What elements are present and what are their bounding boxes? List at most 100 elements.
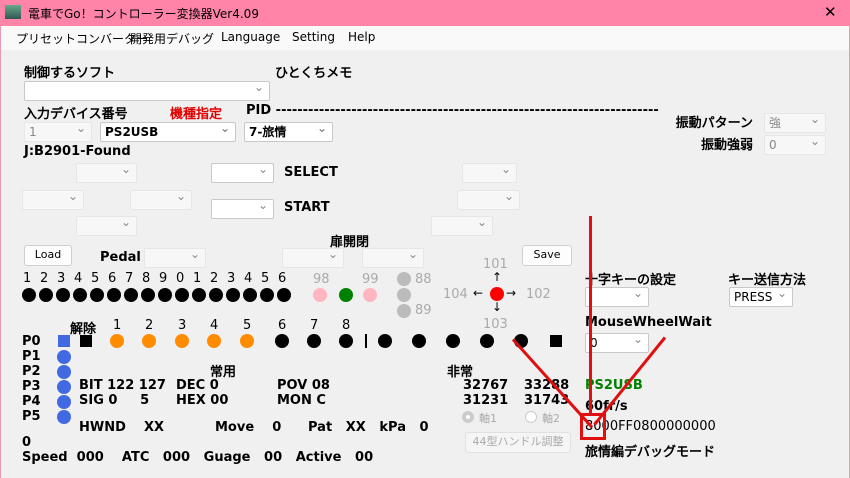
- button-number-label: 4: [74, 271, 83, 286]
- emergency-value: 31231: [463, 393, 509, 408]
- door-open-select[interactable]: [282, 246, 344, 268]
- save-button[interactable]: Save: [522, 245, 572, 266]
- cross-key-label: 十字キーの設定: [585, 273, 677, 288]
- device-status: PS2USB: [585, 378, 643, 393]
- axis2-radio[interactable]: [525, 411, 537, 423]
- port-label: P4: [22, 394, 41, 409]
- button-indicator: [141, 288, 155, 302]
- button-map-select[interactable]: [76, 161, 137, 183]
- button-indicator: [90, 288, 104, 302]
- button-indicator: [277, 288, 291, 302]
- arrow-down-icon: ↓: [492, 300, 503, 314]
- axis1-radio[interactable]: [462, 411, 474, 423]
- label-99: 99: [362, 272, 379, 287]
- speed-status: Speed 000 ATC 000 Guage 00 Active 00: [22, 450, 374, 465]
- soft-select[interactable]: [24, 79, 270, 101]
- dec-value: DEC 0: [176, 378, 219, 393]
- mouse-wheel-label: MouseWheelWait: [585, 315, 712, 330]
- window-title: 電車でGo！コントローラー変換器Ver4.09: [28, 7, 259, 21]
- axis2-label: 軸2: [542, 412, 560, 425]
- button-indicator: [56, 288, 70, 302]
- key-send-select[interactable]: PRESS: [729, 285, 793, 307]
- notch-indicator: [110, 334, 124, 348]
- menu-language[interactable]: Language: [221, 30, 280, 44]
- start-map-select[interactable]: [211, 197, 274, 219]
- pedal-select[interactable]: [144, 246, 206, 268]
- model-select[interactable]: PS2USB: [100, 120, 236, 142]
- vib-pattern-select[interactable]: 強: [764, 111, 826, 133]
- window-border: [0, 26, 1, 478]
- notch-indicator: [240, 334, 254, 348]
- cross-key-select[interactable]: [585, 285, 649, 307]
- dpad-right-label: 102: [526, 287, 551, 302]
- dpad-center-indicator: [490, 287, 504, 301]
- notch-label: 4: [210, 318, 219, 333]
- indicator-grey: [397, 288, 411, 302]
- button-map-select[interactable]: [76, 214, 137, 236]
- emergency-value: 33288: [524, 378, 570, 393]
- emergency-value: 32767: [463, 378, 509, 393]
- menu-preset-converter[interactable]: プリセットコンバーター: [16, 30, 148, 47]
- separator: [365, 334, 367, 348]
- button-number-label: 2: [210, 271, 219, 286]
- port-indicator: [57, 350, 71, 364]
- zero-value: 0: [22, 435, 32, 450]
- annotation-box: [580, 413, 606, 440]
- vib-strength-select[interactable]: 0: [764, 133, 826, 155]
- pid-select[interactable]: 7-旅情: [244, 120, 333, 142]
- button-map-select[interactable]: [462, 161, 517, 183]
- button-indicator: [73, 288, 87, 302]
- button-number-label: 7: [125, 271, 134, 286]
- indicator-89: [397, 304, 411, 318]
- button-map-select[interactable]: [457, 188, 520, 210]
- notch-label: 7: [310, 318, 319, 333]
- button-number-label: 2: [40, 271, 49, 286]
- door-close-select[interactable]: [362, 246, 424, 268]
- notch-indicator: [480, 334, 494, 348]
- button-number-label: 9: [159, 271, 168, 286]
- start-label: START: [284, 200, 330, 215]
- button-indicator: [192, 288, 206, 302]
- handle-adjust-button[interactable]: 44型ハンドル調整: [465, 432, 571, 453]
- vib-strength-label: 振動強弱: [700, 138, 753, 153]
- hex-value: HEX 00: [176, 393, 229, 408]
- found-status: J:B2901-Found: [24, 144, 131, 159]
- menu-help[interactable]: Help: [348, 30, 375, 44]
- select-map-select[interactable]: [211, 161, 274, 183]
- notch-indicator: [307, 334, 321, 348]
- load-button[interactable]: Load: [24, 245, 72, 266]
- button-map-select[interactable]: [22, 188, 84, 210]
- menu-dev-debug[interactable]: 開発用デバッグ: [130, 30, 214, 47]
- device-select[interactable]: 1: [24, 120, 92, 142]
- button-number-label: 6: [108, 271, 117, 286]
- indicator-99: [363, 288, 377, 302]
- menu-setting[interactable]: Setting: [292, 30, 335, 44]
- memo-label: ひとくちメモ: [275, 66, 353, 81]
- button-indicator: [175, 288, 189, 302]
- vib-pattern-label: 振動パターン: [675, 116, 753, 131]
- bit-value: BIT 122 127: [79, 378, 166, 393]
- label-88: 88: [415, 272, 432, 287]
- soft-label: 制御するソフト: [24, 66, 116, 81]
- select-label: SELECT: [284, 165, 338, 180]
- notch-indicator: [207, 334, 221, 348]
- button-map-select[interactable]: [130, 188, 192, 210]
- button-indicator: [226, 288, 240, 302]
- label-98: 98: [313, 272, 330, 287]
- button-number-label: 1: [193, 271, 202, 286]
- port-label: P0: [22, 334, 41, 349]
- notch-label: 5: [243, 318, 252, 333]
- indicator-green: [339, 288, 353, 302]
- mouse-wheel-select[interactable]: 0: [585, 331, 649, 353]
- notch-label: 2: [145, 318, 154, 333]
- notch-label: 3: [178, 318, 187, 333]
- port-indicator: [57, 395, 71, 409]
- notch-indicator: [142, 334, 156, 348]
- button-number-label: 5: [261, 271, 270, 286]
- notch-indicator: [378, 334, 392, 348]
- button-number-label: 8: [142, 271, 151, 286]
- button-indicator: [39, 288, 53, 302]
- notch-label: 6: [278, 318, 287, 333]
- button-map-select[interactable]: [431, 214, 493, 236]
- close-icon[interactable]: ✕: [824, 3, 837, 21]
